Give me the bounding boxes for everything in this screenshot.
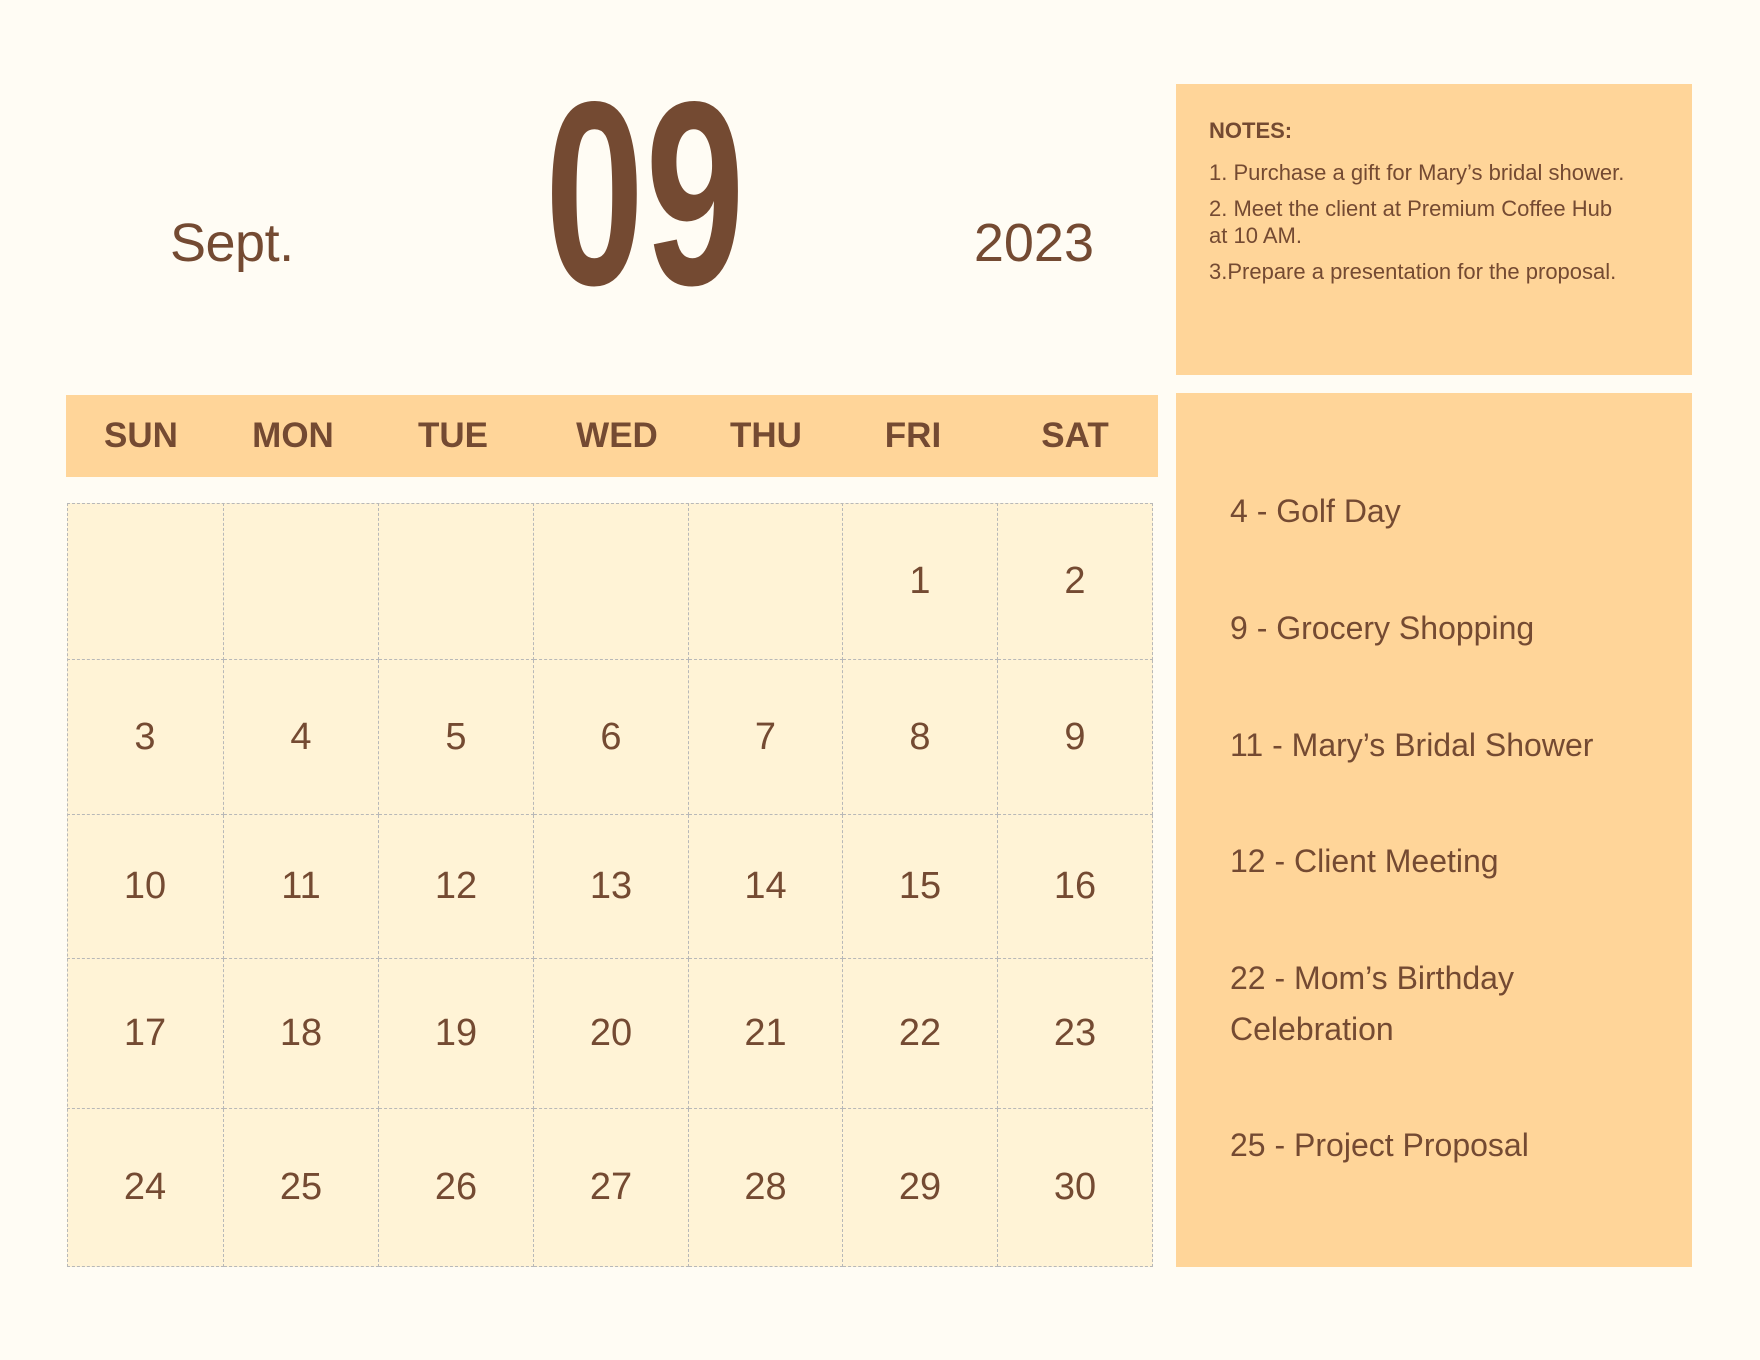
day-cell: 27 (534, 1109, 689, 1267)
day-number: 26 (434, 1166, 478, 1208)
day-cell: 5 (379, 660, 534, 815)
day-cell: 9 (998, 660, 1153, 815)
day-number: 27 (589, 1166, 633, 1208)
day-cell: 6 (534, 660, 689, 815)
weekday-wed: WED (576, 416, 658, 455)
notes-panel: NOTES: 1. Purchase a gift for Mary’s bri… (1176, 84, 1692, 375)
weekday-sat: SAT (1041, 416, 1109, 455)
day-cell: 4 (224, 660, 379, 815)
weekday-tue: TUE (418, 416, 488, 455)
empty-day-cell (67, 503, 224, 660)
weekday-thu: THU (730, 416, 802, 455)
day-cell: 8 (843, 660, 998, 815)
day-cell: 26 (379, 1109, 534, 1267)
day-number: 23 (1053, 1012, 1097, 1054)
event-item: 12 - Client Meeting (1230, 843, 1499, 879)
day-number: 24 (123, 1166, 167, 1208)
day-number: 7 (754, 715, 777, 758)
month-number: 09 (545, 47, 757, 340)
day-number: 2 (1064, 559, 1086, 602)
day-cell: 18 (224, 959, 379, 1109)
day-cell: 13 (534, 815, 689, 959)
month-number-text: 09 (545, 47, 746, 340)
day-number: 12 (434, 865, 478, 907)
day-number: 18 (279, 1012, 323, 1054)
day-cell: 28 (689, 1109, 843, 1267)
events-panel: 4 - Golf Day 9 - Grocery Shopping 11 - M… (1176, 393, 1692, 1267)
day-number: 25 (279, 1166, 323, 1208)
day-cell: 29 (843, 1109, 998, 1267)
day-number: 11 (281, 865, 321, 907)
day-cell: 1 (843, 503, 998, 660)
event-item: 22 - Mom’s Birthday Celebration (1230, 960, 1514, 1047)
day-number: 28 (744, 1166, 787, 1208)
event-item: 25 - Project Proposal (1230, 1127, 1529, 1163)
day-number: 1 (909, 559, 931, 602)
day-cell: 30 (998, 1109, 1153, 1267)
day-number: 17 (123, 1012, 167, 1054)
day-cell: 10 (67, 815, 224, 959)
day-number: 19 (434, 1012, 478, 1054)
day-cell: 24 (67, 1109, 224, 1267)
day-cell: 11 (224, 815, 379, 959)
note-item: 1. Purchase a gift for Mary’s bridal sho… (1209, 160, 1625, 185)
day-number: 15 (898, 865, 942, 907)
notes-title: NOTES: (1209, 118, 1293, 143)
day-cell: 12 (379, 815, 534, 959)
day-number: 3 (134, 715, 156, 758)
day-number: 16 (1053, 865, 1097, 907)
day-cell: 2 (998, 503, 1153, 660)
event-item: 11 - Mary’s Bridal Shower (1230, 727, 1594, 763)
day-cell: 3 (67, 660, 224, 815)
year-label: 2023 (973, 213, 1094, 273)
month-name: Sept. (170, 213, 294, 273)
day-cell: 7 (689, 660, 843, 815)
calendar-grid: 1 2 3 4 5 6 7 8 9 10 11 12 13 14 15 16 17 18 19 20 21 22 23 24 2… (67, 503, 1153, 1267)
day-number: 29 (898, 1166, 942, 1208)
day-cell: 23 (998, 959, 1153, 1109)
weekday-fri: FRI (884, 416, 942, 455)
empty-day-cell (379, 503, 534, 660)
day-number: 8 (909, 715, 931, 758)
day-number: 5 (445, 715, 467, 758)
day-number: 13 (589, 865, 633, 907)
empty-day-cell (534, 503, 689, 660)
day-number: 10 (123, 865, 167, 907)
day-number: 14 (744, 865, 787, 907)
note-item: 2. Meet the client at Premium Coffee Hub… (1209, 196, 1613, 248)
day-cell: 21 (689, 959, 843, 1109)
day-cell: 25 (224, 1109, 379, 1267)
empty-day-cell (224, 503, 379, 660)
event-item: 4 - Golf Day (1230, 493, 1401, 529)
day-number: 21 (744, 1012, 787, 1054)
weekday-mon: MON (252, 416, 334, 455)
day-number: 6 (600, 715, 622, 758)
day-cell: 17 (67, 959, 224, 1109)
day-cell: 14 (689, 815, 843, 959)
day-cell: 16 (998, 815, 1153, 959)
empty-day-cell (689, 503, 843, 660)
day-number: 20 (589, 1012, 633, 1054)
day-number: 30 (1053, 1166, 1097, 1208)
day-cell: 15 (843, 815, 998, 959)
weekday-header: SUN MON TUE WED THU FRI SAT (66, 395, 1158, 477)
event-item: 9 - Grocery Shopping (1230, 610, 1535, 646)
weekday-sun: SUN (104, 416, 178, 455)
day-cell: 20 (534, 959, 689, 1109)
day-number: 4 (290, 715, 312, 758)
day-cell: 19 (379, 959, 534, 1109)
day-number: 9 (1064, 715, 1086, 758)
day-number: 22 (898, 1012, 942, 1054)
note-item: 3.Prepare a presentation for the proposa… (1209, 259, 1617, 284)
day-cell: 22 (843, 959, 998, 1109)
